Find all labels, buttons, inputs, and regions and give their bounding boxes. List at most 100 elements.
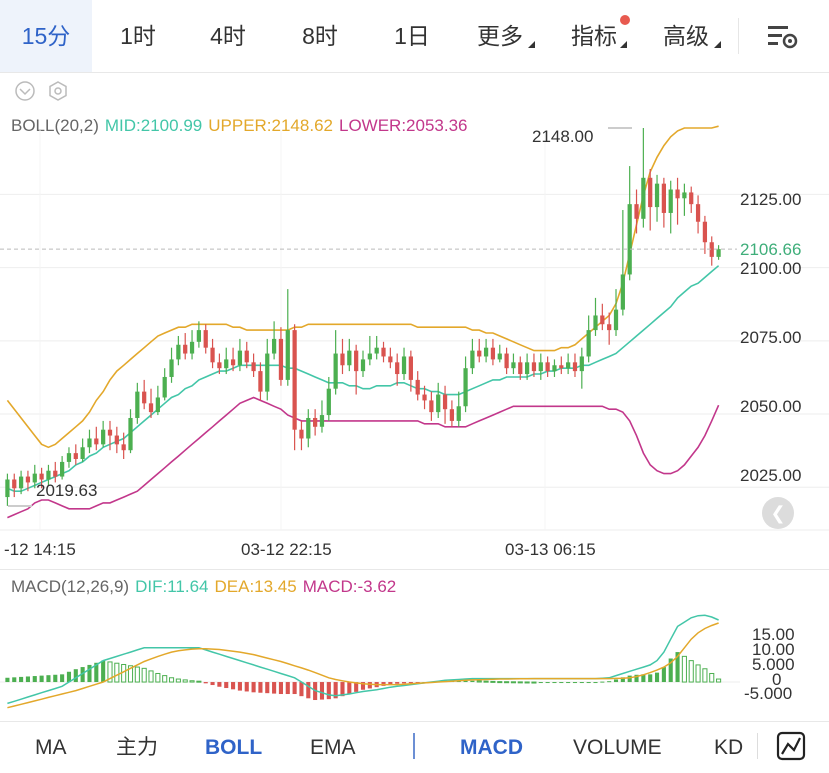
price-tick-label: 2100.00 <box>740 259 802 278</box>
macd-histogram-bar <box>32 676 37 683</box>
candle-body <box>449 409 455 421</box>
candle-body <box>470 350 475 369</box>
candle-body <box>545 362 550 372</box>
macd-histogram-bar <box>716 678 722 683</box>
macd-histogram-bar <box>5 677 10 683</box>
macd-histogram-bar <box>162 675 168 683</box>
macd-histogram-bar <box>552 682 557 684</box>
macd-histogram-bar <box>510 681 516 684</box>
time-tick-label: -12 14:15 <box>4 540 76 559</box>
candle-body <box>326 388 331 416</box>
macd-histogram-bar <box>483 680 489 683</box>
macd-histogram-bar <box>299 682 304 697</box>
macd-histogram-bar <box>134 666 140 683</box>
macd-histogram-bar <box>60 674 65 683</box>
candle-body <box>271 338 277 354</box>
candle-body <box>203 330 208 348</box>
macd-histogram-bar <box>148 670 154 683</box>
indicator-tab-volume[interactable]: VOLUME <box>573 722 662 773</box>
macd-histogram-bar <box>25 676 30 683</box>
macd-histogram-bar <box>524 681 530 684</box>
candle-body <box>695 204 701 222</box>
macd-histogram-bar <box>319 682 325 700</box>
candle-body <box>504 353 509 369</box>
candle-body <box>278 338 284 380</box>
macd-histogram-bar <box>538 682 543 684</box>
macd-histogram-bar <box>12 677 17 683</box>
price-tick-label: 2050.00 <box>740 397 802 416</box>
candle-body <box>531 362 537 372</box>
macd-histogram-bar <box>600 681 605 683</box>
macd-histogram-bar <box>53 674 58 683</box>
high-price-marker: 2148.00 <box>532 127 594 146</box>
macd-histogram-bar <box>114 662 120 683</box>
macd-histogram-bar <box>531 681 537 684</box>
macd-legend-name: MACD(12,26,9) <box>11 577 130 596</box>
candle-body <box>39 473 44 480</box>
macd-dea-line <box>7 622 719 709</box>
indicator-tab-boll[interactable]: BOLL <box>205 722 262 773</box>
candle-body <box>422 394 427 401</box>
macd-histogram-bar <box>258 682 263 693</box>
macd-histogram-bar <box>504 681 510 684</box>
macd-histogram-bar <box>648 674 653 683</box>
price-tick-label: 2075.00 <box>740 328 802 347</box>
candle-body <box>552 365 557 372</box>
macd-histogram-bar <box>654 672 660 683</box>
candle-body <box>142 391 147 404</box>
candle-body <box>121 444 126 451</box>
candle-body <box>641 177 646 219</box>
macd-histogram-bar <box>278 682 283 695</box>
indicator-tab-ma[interactable]: MA <box>35 722 67 773</box>
candlestick-chart[interactable] <box>0 0 829 773</box>
candle-body <box>716 249 721 257</box>
candle-body <box>497 353 502 360</box>
candle-body <box>381 347 386 357</box>
price-tick-label: 2025.00 <box>740 466 802 485</box>
macd-histogram-bar <box>497 681 503 684</box>
candle-body <box>230 359 236 366</box>
macd-histogram-bar <box>73 669 78 683</box>
candle-body <box>374 347 379 354</box>
candle-body <box>648 177 653 208</box>
candle-body <box>634 204 639 219</box>
indicator-tab-kd[interactable]: KD <box>714 722 743 773</box>
macd-histogram-bar <box>272 682 277 694</box>
indicator-tab-ema[interactable]: EMA <box>310 722 356 773</box>
candle-body <box>415 379 420 395</box>
candle-body <box>593 315 598 331</box>
candle-body <box>347 350 352 366</box>
macd-histogram-bar <box>566 682 571 684</box>
indicator-tab-macd[interactable]: MACD <box>460 722 523 773</box>
time-tick-label: 03-12 22:15 <box>241 540 332 559</box>
macd-histogram-bar <box>401 682 407 684</box>
candle-body <box>169 359 174 377</box>
price-tick-label: 2125.00 <box>740 190 802 209</box>
candle-body <box>607 324 612 331</box>
candle-body <box>162 376 167 398</box>
macd-histogram-bar <box>306 682 311 699</box>
macd-histogram-bar <box>19 676 24 683</box>
macd-histogram-bar <box>702 668 708 683</box>
indicator-tab-main-force[interactable]: 主力 <box>116 722 158 773</box>
candle-body <box>627 204 632 275</box>
macd-histogram-bar <box>593 682 598 684</box>
boll-lower-line <box>7 396 720 519</box>
macd-histogram-bar <box>347 682 352 695</box>
macd-histogram-bar <box>175 678 181 683</box>
macd-histogram-bar <box>251 682 256 693</box>
macd-histogram-bar <box>579 682 584 684</box>
candle-body <box>524 362 530 375</box>
macd-histogram-bar <box>613 679 619 683</box>
candle-body <box>429 400 434 413</box>
candle-body <box>360 359 366 372</box>
macd-histogram-bar <box>326 682 331 700</box>
jump-to-latest-button[interactable]: ❮ <box>762 497 794 529</box>
candle-body <box>107 429 113 436</box>
candle-body <box>25 476 31 483</box>
candle-body <box>189 341 195 354</box>
candle-body <box>12 479 17 489</box>
time-tick-label: 03-13 06:15 <box>505 540 596 559</box>
candle-body <box>292 330 297 430</box>
candle-body <box>477 350 482 357</box>
